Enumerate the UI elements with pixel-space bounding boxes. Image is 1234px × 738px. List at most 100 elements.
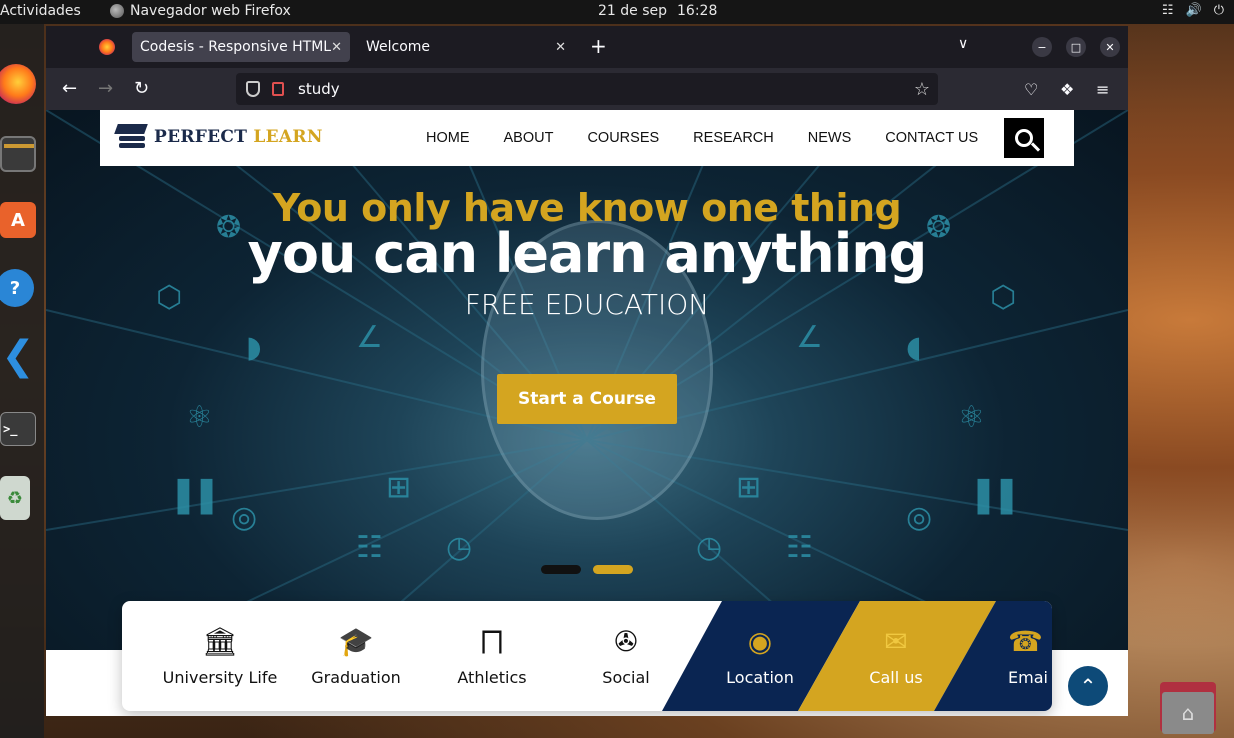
feature-label: Athletics xyxy=(457,667,527,687)
chevron-up-icon: ⌃ xyxy=(1079,674,1097,698)
maximize-button[interactable]: □ xyxy=(1066,37,1086,57)
search-icon xyxy=(1015,129,1033,147)
navigation-bar: ← → ↻ study ☆ ♡ ❖ ≡ xyxy=(46,68,1128,110)
scroll-to-top-button[interactable]: ⌃ xyxy=(1068,666,1108,706)
menu-item-contact[interactable]: CONTACT US xyxy=(885,130,978,146)
clock[interactable]: 21 de sep 16:28 xyxy=(598,3,717,19)
trash-icon[interactable]: ♻ xyxy=(0,476,30,520)
hamburger-menu-icon[interactable]: ≡ xyxy=(1096,80,1109,99)
home-icon: ⌂ xyxy=(1162,692,1214,734)
search-button[interactable] xyxy=(1004,118,1044,158)
atom-icon: ⚛ xyxy=(958,400,985,435)
url-bar[interactable]: study ☆ xyxy=(236,73,938,105)
back-arrow-icon[interactable]: ← xyxy=(62,78,77,99)
logo-text: PERFECT LEARN xyxy=(154,127,323,147)
feature-university-life[interactable]: 🏛 University Life xyxy=(152,601,288,711)
firefox-window: Codesis - Responsive HTML5 ✕ Welcome ✕ +… xyxy=(46,26,1128,716)
calculator-icon: ⊞ xyxy=(736,470,762,505)
home-folder-icon[interactable]: ⌂ xyxy=(1160,682,1216,734)
list-tabs-chevron-icon[interactable]: ∨ xyxy=(958,36,968,52)
logo-word-perfect: PERFECT xyxy=(154,127,248,147)
graduation-cap-icon: 🎓 xyxy=(338,625,374,658)
terminal-icon[interactable]: >_ xyxy=(0,412,36,446)
extensions-icon[interactable]: ❖ xyxy=(1060,80,1074,99)
menu-item-about[interactable]: ABOUT xyxy=(504,130,554,146)
hero-title: you can learn anything xyxy=(247,222,928,285)
feature-label: University Life xyxy=(162,667,278,687)
globe-icon: ◎ xyxy=(231,500,258,535)
feature-label: Graduation xyxy=(311,667,401,687)
feature-call-us[interactable]: ✉ Call us xyxy=(828,601,964,711)
feature-email[interactable]: ☎ Emai xyxy=(964,601,1052,711)
help-icon[interactable]: ? xyxy=(0,269,34,307)
vscode-icon[interactable]: ❮ xyxy=(0,333,36,379)
clock-icon: ◷ xyxy=(446,530,473,565)
tab-title: Welcome xyxy=(366,39,431,55)
firefox-mini-icon xyxy=(110,4,124,18)
menu-item-research[interactable]: RESEARCH xyxy=(693,130,774,146)
slider-dot-1[interactable] xyxy=(541,565,581,574)
building-icon: 🏛 xyxy=(202,625,238,658)
protractor-icon: ◖ xyxy=(906,330,922,365)
protractor-icon: ◗ xyxy=(246,330,262,365)
volume-icon: 🔊 xyxy=(1185,3,1202,18)
pinned-tab[interactable] xyxy=(90,32,124,62)
app-menu[interactable]: Navegador web Firefox xyxy=(110,3,291,19)
site-logo[interactable]: PERFECT LEARN xyxy=(114,122,323,152)
menu-item-courses[interactable]: COURSES xyxy=(587,130,659,146)
telephone-icon: ☎ xyxy=(1008,625,1043,658)
insecure-lock-icon[interactable] xyxy=(272,82,284,96)
close-window-button[interactable]: ✕ xyxy=(1100,37,1120,57)
tab-welcome[interactable]: Welcome ✕ xyxy=(356,32,576,62)
hero-subtitle: FREE EDUCATION xyxy=(464,288,710,321)
feature-label: Social xyxy=(602,667,650,687)
abacus-icon: ☷ xyxy=(786,530,813,565)
hurdle-icon: ⨅ xyxy=(480,624,504,658)
graduation-books-icon xyxy=(114,122,148,152)
slider-dot-2-active[interactable] xyxy=(593,565,633,574)
pocket-icon[interactable]: ♡ xyxy=(1024,80,1038,99)
firefox-favicon-icon xyxy=(99,39,115,55)
software-store-icon[interactable]: A xyxy=(0,202,36,238)
feature-social[interactable]: ✇ Social xyxy=(558,601,694,711)
reload-icon[interactable]: ↻ xyxy=(134,78,149,99)
forward-arrow-icon[interactable]: → xyxy=(98,78,113,99)
atom-icon: ⚛ xyxy=(186,400,213,435)
hero-banner: ❂ ❂ ⬡ ⬡ ⚛ ⚛ ▐▐ ▐▐ ◎ ◎ ⊞ ⊞ ◷ ◷ ∠ ∠ ◗ ◖ ☷ … xyxy=(46,110,1128,650)
compass-icon: ∠ xyxy=(796,320,823,355)
firefox-icon[interactable] xyxy=(0,64,36,104)
time: 16:28 xyxy=(677,3,718,19)
tab-bar: Codesis - Responsive HTML5 ✕ Welcome ✕ +… xyxy=(46,26,1128,68)
bookmark-star-icon[interactable]: ☆ xyxy=(914,79,930,100)
dock: A ? ❮ >_ ♻ xyxy=(0,24,44,738)
menu-item-news[interactable]: NEWS xyxy=(808,130,852,146)
calculator-icon: ⊞ xyxy=(386,470,412,505)
new-tab-button[interactable]: + xyxy=(590,34,607,58)
feature-athletics[interactable]: ⨅ Athletics xyxy=(424,601,560,711)
feature-graduation[interactable]: 🎓 Graduation xyxy=(288,601,424,711)
minimize-button[interactable]: − xyxy=(1032,37,1052,57)
feature-label: Emai xyxy=(1008,667,1048,687)
files-icon[interactable] xyxy=(0,136,36,172)
start-course-button[interactable]: Start a Course xyxy=(497,374,677,424)
tracking-shield-icon[interactable] xyxy=(246,81,260,97)
tab-title: Codesis - Responsive HTML5 xyxy=(140,39,332,55)
envelope-icon: ✉ xyxy=(884,625,908,658)
activities-button[interactable]: Actividades xyxy=(0,3,81,19)
tab-codesis[interactable]: Codesis - Responsive HTML5 ✕ xyxy=(132,32,350,62)
url-text[interactable]: study xyxy=(298,80,914,98)
bar-chart-icon: ▐▐ xyxy=(166,480,213,515)
clock-icon: ◷ xyxy=(696,530,723,565)
close-tab-icon[interactable]: ✕ xyxy=(331,40,342,55)
feature-label: Location xyxy=(726,667,794,687)
logo-word-learn: LEARN xyxy=(253,127,323,147)
compass-icon: ∠ xyxy=(356,320,383,355)
feature-location[interactable]: ◉ Location xyxy=(692,601,828,711)
close-tab-icon[interactable]: ✕ xyxy=(555,40,566,55)
system-tray[interactable]: ☷ 🔊 ⏻ xyxy=(1162,3,1224,18)
network-icon: ✇ xyxy=(614,625,638,658)
date: 21 de sep xyxy=(598,3,668,19)
feature-label: Call us xyxy=(869,667,923,687)
menu-item-home[interactable]: HOME xyxy=(426,130,470,146)
features-bar: 🏛 University Life 🎓 Graduation ⨅ Athleti… xyxy=(122,601,1052,711)
